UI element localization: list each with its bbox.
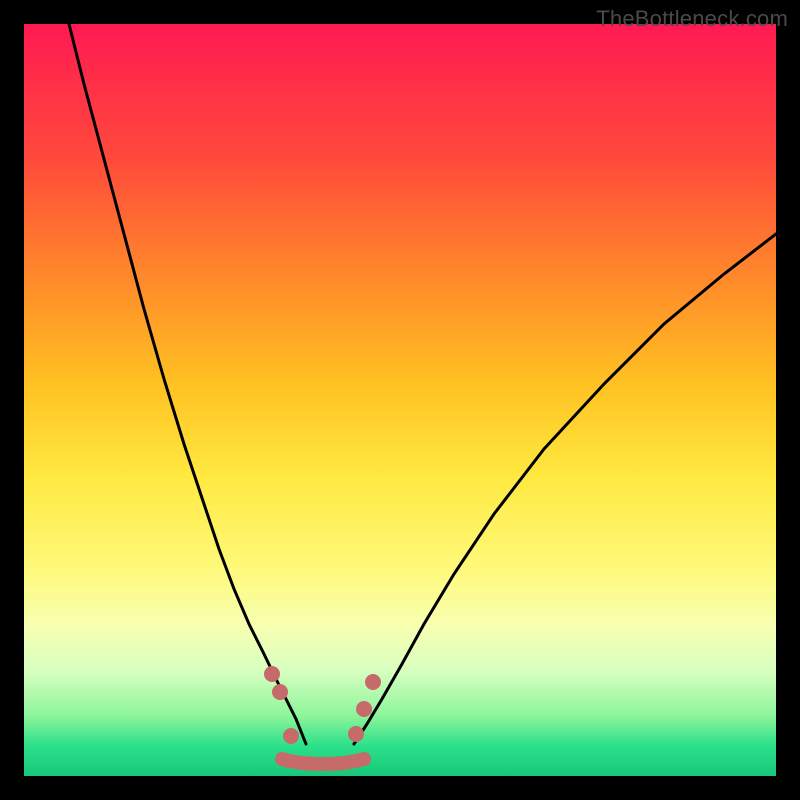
right-curve	[354, 234, 776, 744]
chart-svg	[24, 24, 776, 776]
right-dot-mid	[356, 701, 372, 717]
left-dot-lower	[272, 684, 288, 700]
left-dot-upper	[264, 666, 280, 682]
chart-frame	[24, 24, 776, 776]
right-dot-upper	[365, 674, 381, 690]
valley-floor	[282, 759, 364, 764]
left-dot-bottom	[283, 728, 299, 744]
right-dot-bottom	[348, 726, 364, 742]
attribution-text: TheBottleneck.com	[596, 6, 788, 32]
marker-group	[264, 666, 381, 744]
left-curve	[69, 24, 306, 744]
